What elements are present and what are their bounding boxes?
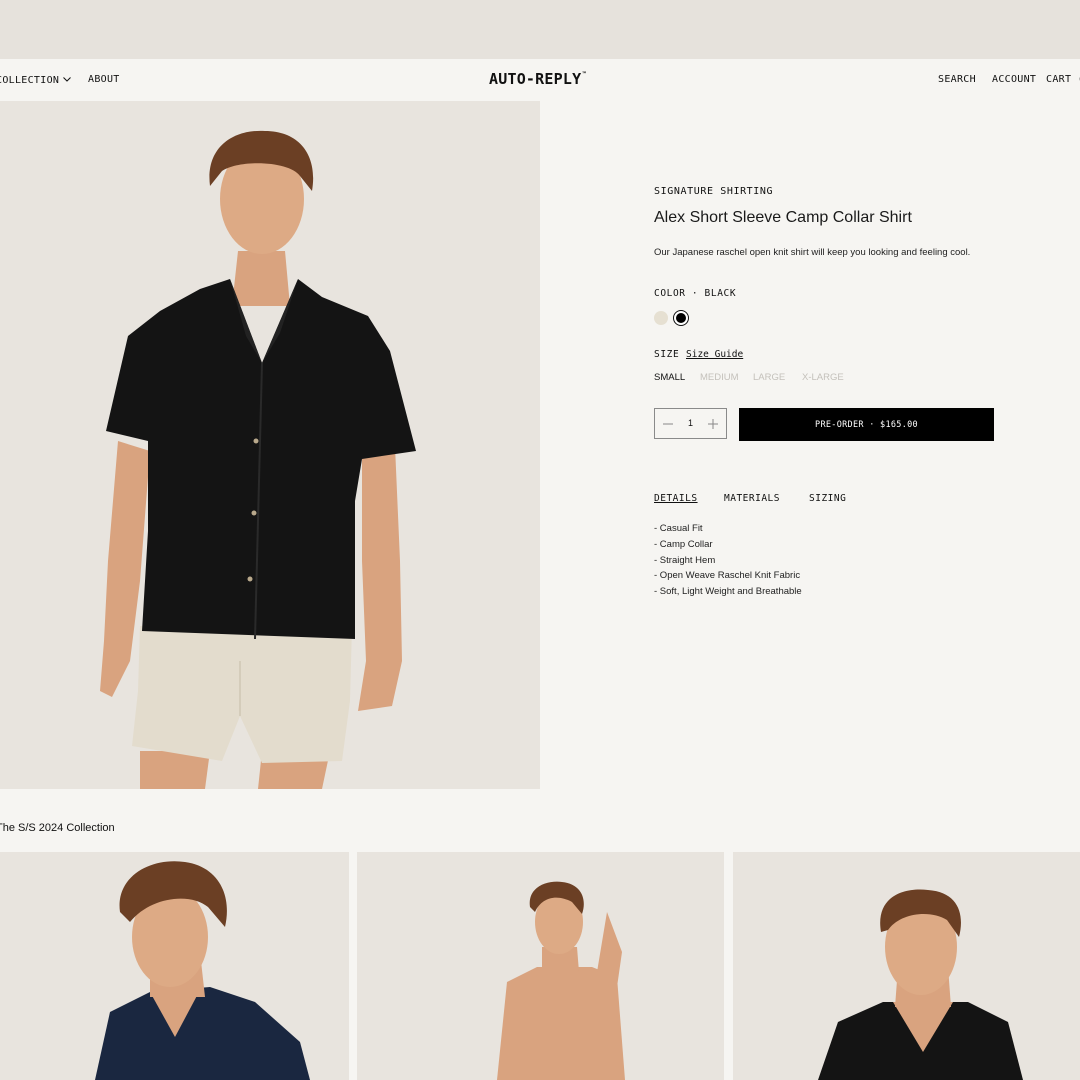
plus-icon[interactable] bbox=[707, 417, 719, 429]
size-option-small[interactable]: SMALL bbox=[654, 372, 685, 383]
list-item: - Soft, Light Weight and Breathable bbox=[654, 586, 802, 598]
logo-trademark: ™ bbox=[582, 71, 587, 78]
list-item: - Open Weave Raschel Knit Fabric bbox=[654, 570, 801, 582]
color-label: COLOR · BLACK bbox=[654, 288, 737, 299]
list-item: - Camp Collar bbox=[654, 538, 713, 550]
collection-card-3[interactable] bbox=[733, 852, 1080, 1080]
top-band bbox=[0, 0, 1080, 59]
nav-search[interactable]: SEARCH bbox=[938, 74, 976, 86]
size-label: SIZE bbox=[654, 349, 680, 360]
model-black-shirt-image bbox=[818, 889, 1023, 1080]
size-option-x-large[interactable]: X-LARGE bbox=[802, 372, 844, 383]
collection-card-2[interactable] bbox=[357, 852, 724, 1080]
nav-about[interactable]: ABOUT bbox=[88, 74, 120, 86]
size-option-medium[interactable]: MEDIUM bbox=[700, 372, 739, 383]
brand-logo[interactable]: AUTO-REPLY™ bbox=[489, 70, 586, 88]
pre-order-button[interactable]: PRE-ORDER · $165.00 bbox=[739, 408, 994, 441]
nav-collection-label: COLLECTION bbox=[0, 75, 60, 86]
nav-collection[interactable]: COLLECTION bbox=[0, 74, 72, 87]
tab-sizing[interactable]: SIZING bbox=[809, 493, 846, 504]
site-header: COLLECTION ABOUT AUTO-REPLY™ SEARCH ACCO… bbox=[0, 59, 1080, 101]
model-navy-shirt-image bbox=[95, 861, 310, 1080]
chevron-down-icon bbox=[63, 74, 72, 86]
nav-cart[interactable]: CART (0) bbox=[1046, 74, 1080, 86]
details-list: - Casual Fit - Camp Collar - Straight He… bbox=[654, 521, 802, 600]
tab-details[interactable]: DETAILS bbox=[654, 493, 698, 504]
color-swatch-black[interactable] bbox=[673, 310, 689, 326]
model-illustration bbox=[100, 130, 416, 789]
product-title: Alex Short Sleeve Camp Collar Shirt bbox=[654, 209, 912, 226]
nav-account[interactable]: ACCOUNT bbox=[992, 74, 1036, 86]
collection-title: The S/S 2024 Collection bbox=[0, 822, 115, 834]
list-item: - Straight Hem bbox=[654, 554, 716, 566]
list-item: - Casual Fit bbox=[654, 523, 703, 534]
tab-materials[interactable]: MATERIALS bbox=[724, 493, 780, 504]
logo-text: AUTO-REPLY bbox=[489, 70, 582, 88]
size-guide-link[interactable]: Size Guide bbox=[686, 349, 743, 360]
color-swatch-cream[interactable] bbox=[654, 311, 668, 325]
collection-card-1[interactable] bbox=[0, 852, 349, 1080]
size-option-large[interactable]: LARGE bbox=[753, 372, 785, 383]
model-shirtless-image bbox=[497, 881, 625, 1080]
product-hero-image bbox=[0, 101, 540, 789]
product-description: Our Japanese raschel open knit shirt wil… bbox=[654, 247, 971, 258]
quantity-stepper: 1 bbox=[654, 408, 727, 439]
product-eyebrow: SIGNATURE SHIRTING bbox=[654, 186, 774, 197]
